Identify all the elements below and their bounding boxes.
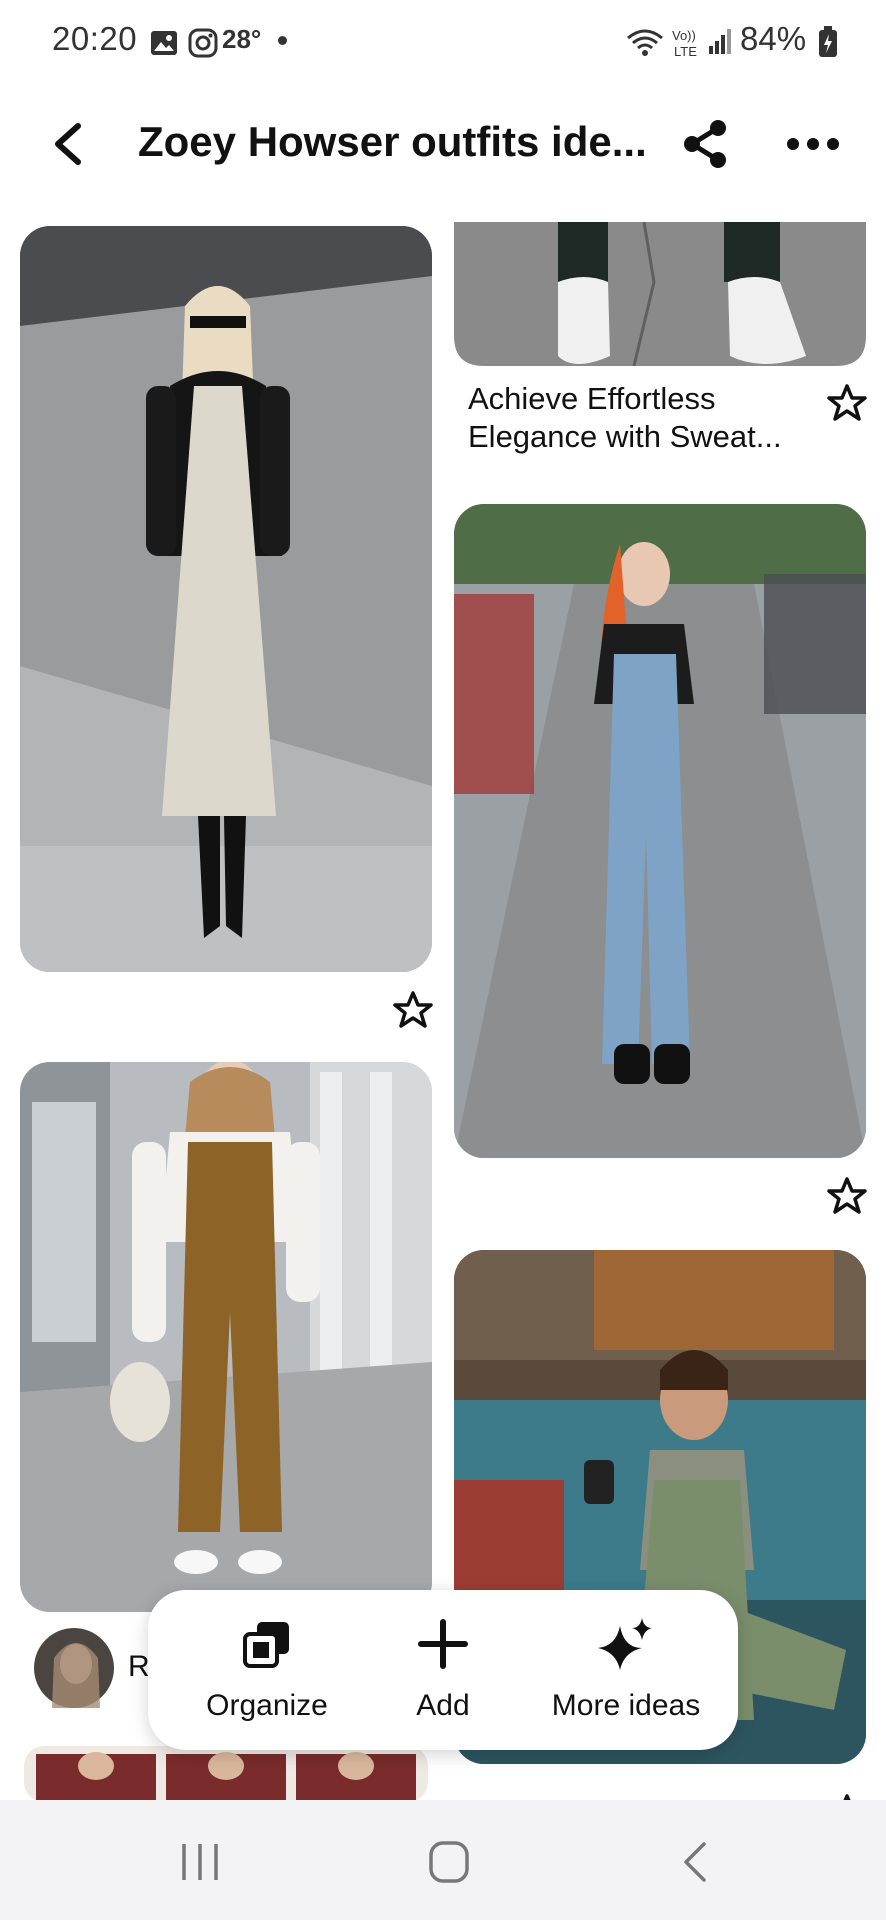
svg-text:Vo)): Vo)): [672, 28, 696, 43]
status-bar: 20:20 28° Vo)) LTE 84%: [0, 0, 886, 84]
recents-icon[interactable]: [180, 1840, 220, 1884]
board-action-bar: Organize Add More ideas: [148, 1590, 738, 1750]
battery-percent: 84%: [740, 20, 807, 57]
status-temperature: 28°: [222, 24, 262, 54]
pin-caption-line1: Achieve Effortless: [468, 381, 716, 416]
organize-label: Organize: [206, 1689, 328, 1722]
more-icon[interactable]: [786, 132, 840, 156]
gallery-icon: [151, 31, 177, 55]
save-star-icon[interactable]: [827, 1176, 867, 1216]
status-time: 20:20: [52, 20, 138, 57]
pin-image-brown-overalls[interactable]: [20, 1062, 432, 1612]
home-icon[interactable]: [428, 1840, 470, 1884]
creator-name[interactable]: R: [128, 1650, 150, 1684]
pin-image-denim-overalls[interactable]: [454, 504, 866, 1158]
add-button[interactable]: Add: [388, 1618, 498, 1723]
pin-caption-line2: Elegance with Sweat...: [468, 419, 782, 454]
sparkle-icon: [598, 1618, 652, 1670]
save-star-icon[interactable]: [393, 990, 433, 1030]
organize-icon: [243, 1622, 289, 1668]
signal-icon: [709, 29, 731, 54]
more-ideas-label: More ideas: [551, 1689, 701, 1722]
page-title: Zoey Howser outfits ide...: [138, 118, 647, 165]
share-icon[interactable]: [680, 118, 730, 170]
organize-button[interactable]: Organize: [192, 1618, 342, 1723]
save-star-icon[interactable]: [827, 383, 867, 423]
pin-caption: Achieve Effortless Elegance with Sweat..…: [468, 380, 808, 456]
instagram-icon: [188, 28, 218, 58]
pin-image-sneakers[interactable]: [454, 222, 866, 366]
add-label: Add: [416, 1689, 470, 1722]
back-icon[interactable]: [48, 120, 88, 168]
pin-image-partial[interactable]: [24, 1746, 428, 1802]
pin-image-white-dress[interactable]: [20, 226, 432, 972]
svg-text:LTE: LTE: [674, 44, 697, 59]
notification-dot: [278, 36, 287, 45]
creator-avatar[interactable]: [34, 1628, 114, 1708]
nav-back-icon[interactable]: [680, 1840, 710, 1884]
battery-icon: [819, 26, 837, 57]
plus-icon: [418, 1619, 468, 1669]
wifi-icon: [627, 29, 663, 56]
volte-icon: Vo)) LTE: [672, 28, 697, 59]
more-ideas-button[interactable]: More ideas: [536, 1618, 716, 1723]
